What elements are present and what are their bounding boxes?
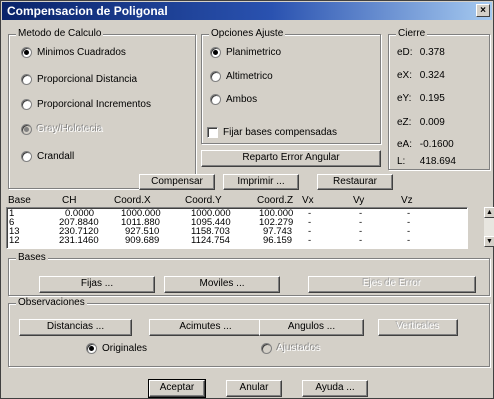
radio-ajustados: Ajustados [261,342,321,355]
cierre-ed: eD: 0.378 [397,47,445,59]
cierre-l: L: 418.694 [397,156,456,168]
acimutes-button[interactable]: Acimutes ... [149,319,262,336]
radio-dot [21,151,32,162]
cell-y: 1124.754 [191,235,230,246]
reparto-error-angular-button[interactable]: Reparto Error Angular [201,150,381,167]
cierre-label: L: [397,156,406,167]
cierre-value: 0.195 [419,93,445,104]
cierre-ex: eX: 0.324 [397,70,445,82]
cierre-ea: eA: -0.1600 [397,139,454,151]
imprimir-button[interactable]: Imprimir ... [223,174,299,190]
cell-base: 12 [9,235,20,246]
ejes-de-error-button: Ejes de Error [308,276,476,293]
radio-label: Proporcional Incrementos [37,99,151,110]
col-base-header: Base [8,195,31,206]
cierre-value: 418.694 [419,156,456,167]
cierre-label: eD: [397,47,413,58]
distancias-button[interactable]: Distancias ... [19,319,132,336]
opciones-legend: Opciones Ajuste [209,28,286,40]
checkbox-label: Fijar bases compensadas [223,127,337,138]
scroll-up-icon[interactable]: ▲ [484,207,494,218]
radio-dot [210,71,221,82]
cierre-value: 0.378 [419,47,445,58]
col-ch-header: CH [62,195,77,206]
radio-label: Minimos Cuadrados [37,47,126,58]
radio-dot [21,124,32,135]
radio-dot [86,343,97,354]
window-title: Compensacion de Poligonal [7,4,168,18]
ayuda-button[interactable]: Ayuda ... [302,380,368,397]
col-vy-header: Vy [353,195,365,206]
cierre-ez: eZ: 0.009 [397,117,445,129]
radio-label: Originales [102,343,148,354]
cierre-value: -0.1600 [419,139,454,150]
restaurar-button[interactable]: Restaurar [317,174,393,190]
radio-label: Planimetrico [226,47,282,58]
radio-gray-holotecia: Gray/Holotecia [21,123,103,136]
cell-z: 96.159 [263,235,293,246]
radio-dot [210,94,221,105]
anular-button[interactable]: Anular [226,380,282,397]
radio-label: Ajustados [277,343,321,354]
radio-ambos[interactable]: Ambos [210,93,257,106]
checkbox-box [207,127,218,138]
observaciones-legend: Observaciones [16,297,87,309]
col-coordz-header: Coord.Z [257,195,294,206]
radio-minimos-cuadrados[interactable]: Minimos Cuadrados [21,46,126,59]
radio-planimetrico[interactable]: Planimetrico [210,46,281,59]
col-vx-header: Vx [302,195,314,206]
cierre-label: eX: [397,70,413,81]
table-scrollbar[interactable]: ▲ ▼ [483,207,494,247]
compensar-button[interactable]: Compensar [139,174,215,190]
cierre-ey: eY: 0.195 [397,93,445,105]
close-button[interactable]: × [476,4,490,17]
cierre-label: eZ: [397,117,412,128]
cierre-legend: Cierre [396,28,428,40]
cierre-value: 0.324 [419,70,445,81]
radio-dot [261,343,272,354]
cierre-label: eY: [397,93,412,104]
title-bar[interactable]: Compensacion de Poligonal × [2,2,492,20]
cell-x: 909.689 [125,235,160,246]
col-vz-header: Vz [401,195,413,206]
radio-proporcional-distancia[interactable]: Proporcional Distancia [21,73,137,86]
angulos-button[interactable]: Angulos ... [259,319,364,336]
cell-vz: - [407,235,411,246]
radio-label: Ambos [226,94,258,105]
scroll-down-icon[interactable]: ▼ [484,236,494,247]
radio-dot [21,99,32,110]
radio-dot [21,47,32,58]
cierre-label: eA: [397,139,413,150]
bases-legend: Bases [16,252,48,264]
results-table[interactable]: 1 0.0000 1000.000 1000.000 100.000 - - -… [6,207,468,249]
fijar-bases-checkbox[interactable]: Fijar bases compensadas [207,126,337,139]
cell-vy: - [359,235,363,246]
col-coordy-header: Coord.Y [185,195,222,206]
radio-altimetrico[interactable]: Altimetrico [210,70,273,83]
radio-dot [21,74,32,85]
metodo-legend: Metodo de Calculo [16,28,104,40]
col-coordx-header: Coord.X [114,195,151,206]
radio-originales[interactable]: Originales [86,342,147,355]
radio-label: Proporcional Distancia [37,74,138,85]
radio-label: Crandall [37,151,75,162]
moviles-button[interactable]: Moviles ... [164,276,280,293]
dialog-window: Compensacion de Poligonal × Metodo de Ca… [0,0,494,399]
radio-proporcional-incrementos[interactable]: Proporcional Incrementos [21,98,151,111]
verticales-button: Verticales [378,319,458,336]
cierre-value: 0.009 [419,117,445,128]
radio-crandall[interactable]: Crandall [21,150,74,163]
aceptar-button[interactable]: Aceptar [148,379,206,398]
fijas-button[interactable]: Fijas ... [39,276,155,293]
cell-ch: 231.1460 [59,235,99,246]
radio-label: Gray/Holotecia [37,124,104,135]
cell-vx: - [308,235,312,246]
radio-label: Altimetrico [226,71,273,82]
radio-dot [210,47,221,58]
